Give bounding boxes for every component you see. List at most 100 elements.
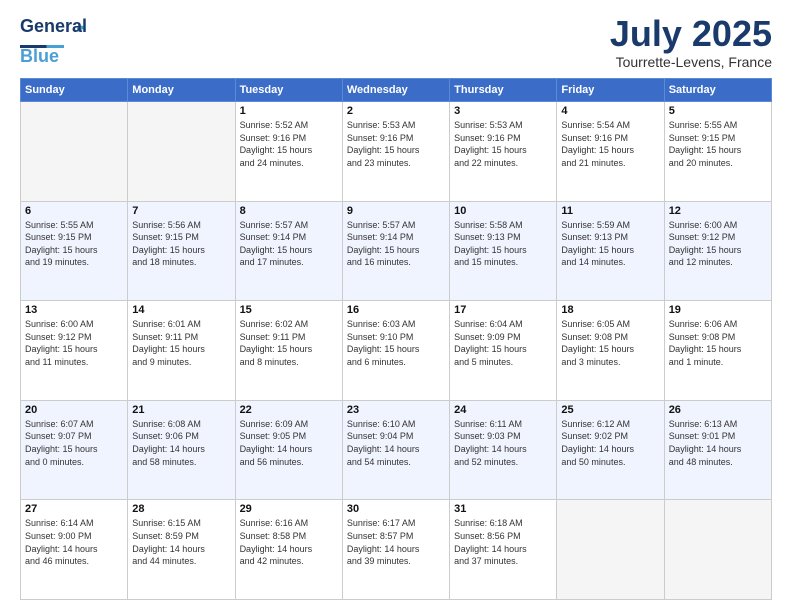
title-block: July 2025 Tourrette-Levens, France [610,16,772,70]
calendar-cell: 18Sunrise: 6:05 AM Sunset: 9:08 PM Dayli… [557,301,664,401]
calendar-cell: 14 Sunrise: 6:01 AM Sunset: 9:11 PM Dayli… [128,301,235,401]
day-number: 29 [240,503,338,515]
day-info: Sunrise: 5:53 AM Sunset: 9:16 PM Dayligh… [454,119,552,169]
day-info: Sunrise: 6:18 AM Sunset: 8:56 PM Dayligh… [454,517,552,567]
calendar-cell: 10Sunrise: 5:58 AM Sunset: 9:13 PM Dayli… [450,201,557,301]
logo-general: General [20,16,87,37]
day-number: 13 [25,304,123,316]
day-number: 20 [25,404,123,416]
day-number: 14 [132,304,230,316]
calendar-cell: 25 Sunrise: 6:12 AM Sunset: 9:02 PM Dayli… [557,400,664,500]
day-info: Sunrise: 5:57 AM Sunset: 9:14 PM Dayligh… [347,219,445,269]
calendar-table: SundayMondayTuesdayWednesdayThursdayFrid… [20,78,772,600]
day-info: Sunrise: 6:01 AM Sunset: 9:11 PM Dayligh… [132,318,230,368]
calendar-cell: 19Sunrise: 6:06 AM Sunset: 9:08 PM Dayli… [664,301,771,401]
calendar-cell: 24 Sunrise: 6:11 AM Sunset: 9:03 PM Dayli… [450,400,557,500]
day-info: Sunrise: 6:13 AM Sunset: 9:01 PM Dayligh… [669,418,767,468]
day-number: 28 [132,503,230,515]
day-info: Sunrise: 6:07 AM Sunset: 9:07 PM Dayligh… [25,418,123,468]
day-info: Sunrise: 6:12 AM Sunset: 9:02 PM Dayligh… [561,418,659,468]
col-header-tuesday: Tuesday [235,79,342,102]
day-number: 8 [240,205,338,217]
calendar-cell: 22Sunrise: 6:09 AM Sunset: 9:05 PM Dayli… [235,400,342,500]
day-number: 25 [561,404,659,416]
calendar-cell: 15 Sunrise: 6:02 AM Sunset: 9:11 PM Dayli… [235,301,342,401]
day-number: 2 [347,105,445,117]
calendar-cell: 4 Sunrise: 5:54 AM Sunset: 9:16 PM Daylig… [557,102,664,202]
calendar-cell: 1 Sunrise: 5:52 AM Sunset: 9:16 PM Daylig… [235,102,342,202]
day-info: Sunrise: 6:00 AM Sunset: 9:12 PM Dayligh… [669,219,767,269]
calendar-cell: 8 Sunrise: 5:57 AM Sunset: 9:14 PM Daylig… [235,201,342,301]
day-number: 4 [561,105,659,117]
day-info: Sunrise: 6:16 AM Sunset: 8:58 PM Dayligh… [240,517,338,567]
day-number: 5 [669,105,767,117]
day-number: 12 [669,205,767,217]
calendar-cell: 17 Sunrise: 6:04 AM Sunset: 9:09 PM Dayli… [450,301,557,401]
day-info: Sunrise: 6:02 AM Sunset: 9:11 PM Dayligh… [240,318,338,368]
day-number: 24 [454,404,552,416]
calendar-cell: 28Sunrise: 6:15 AM Sunset: 8:59 PM Dayli… [128,500,235,600]
day-number: 16 [347,304,445,316]
calendar-cell [664,500,771,600]
day-number: 11 [561,205,659,217]
col-header-wednesday: Wednesday [342,79,449,102]
calendar-cell: 21 Sunrise: 6:08 AM Sunset: 9:06 PM Dayli… [128,400,235,500]
calendar-cell: 27Sunrise: 6:14 AM Sunset: 9:00 PM Dayli… [21,500,128,600]
calendar-cell: 30 Sunrise: 6:17 AM Sunset: 8:57 PM Dayli… [342,500,449,600]
day-number: 3 [454,105,552,117]
day-info: Sunrise: 6:04 AM Sunset: 9:09 PM Dayligh… [454,318,552,368]
col-header-sunday: Sunday [21,79,128,102]
calendar-cell: 11 Sunrise: 5:59 AM Sunset: 9:13 PM Dayli… [557,201,664,301]
day-number: 17 [454,304,552,316]
header: General Blue July 2025 Tourrette-Levens,… [20,16,772,70]
col-header-saturday: Saturday [664,79,771,102]
day-info: Sunrise: 5:58 AM Sunset: 9:13 PM Dayligh… [454,219,552,269]
day-number: 15 [240,304,338,316]
location: Tourrette-Levens, France [610,54,772,70]
day-info: Sunrise: 5:57 AM Sunset: 9:14 PM Dayligh… [240,219,338,269]
day-info: Sunrise: 6:00 AM Sunset: 9:12 PM Dayligh… [25,318,123,368]
col-header-thursday: Thursday [450,79,557,102]
month-title: July 2025 [610,16,772,52]
day-number: 19 [669,304,767,316]
day-info: Sunrise: 5:53 AM Sunset: 9:16 PM Dayligh… [347,119,445,169]
calendar-cell: 16 Sunrise: 6:03 AM Sunset: 9:10 PM Dayli… [342,301,449,401]
day-info: Sunrise: 6:17 AM Sunset: 8:57 PM Dayligh… [347,517,445,567]
day-info: Sunrise: 6:03 AM Sunset: 9:10 PM Dayligh… [347,318,445,368]
calendar-cell: 6 Sunrise: 5:55 AM Sunset: 9:15 PM Daylig… [21,201,128,301]
logo: General Blue [20,16,88,67]
day-number: 26 [669,404,767,416]
calendar-cell: 13 Sunrise: 6:00 AM Sunset: 9:12 PM Dayli… [21,301,128,401]
day-info: Sunrise: 6:10 AM Sunset: 9:04 PM Dayligh… [347,418,445,468]
calendar-cell [557,500,664,600]
calendar-cell: 5Sunrise: 5:55 AM Sunset: 9:15 PM Daylig… [664,102,771,202]
day-number: 18 [561,304,659,316]
page: General Blue July 2025 Tourrette-Levens,… [0,0,792,612]
day-info: Sunrise: 5:59 AM Sunset: 9:13 PM Dayligh… [561,219,659,269]
day-number: 1 [240,105,338,117]
day-number: 21 [132,404,230,416]
day-number: 7 [132,205,230,217]
calendar-cell [21,102,128,202]
calendar-cell: 7Sunrise: 5:56 AM Sunset: 9:15 PM Daylig… [128,201,235,301]
calendar-cell: 29 Sunrise: 6:16 AM Sunset: 8:58 PM Dayli… [235,500,342,600]
day-info: Sunrise: 6:14 AM Sunset: 9:00 PM Dayligh… [25,517,123,567]
day-info: Sunrise: 5:55 AM Sunset: 9:15 PM Dayligh… [25,219,123,269]
day-info: Sunrise: 5:52 AM Sunset: 9:16 PM Dayligh… [240,119,338,169]
col-header-friday: Friday [557,79,664,102]
calendar-cell: 26 Sunrise: 6:13 AM Sunset: 9:01 PM Dayli… [664,400,771,500]
day-info: Sunrise: 6:08 AM Sunset: 9:06 PM Dayligh… [132,418,230,468]
calendar-cell: 31 Sunrise: 6:18 AM Sunset: 8:56 PM Dayli… [450,500,557,600]
calendar-cell: 2 Sunrise: 5:53 AM Sunset: 9:16 PM Daylig… [342,102,449,202]
day-info: Sunrise: 6:09 AM Sunset: 9:05 PM Dayligh… [240,418,338,468]
day-info: Sunrise: 5:54 AM Sunset: 9:16 PM Dayligh… [561,119,659,169]
calendar-cell: 9Sunrise: 5:57 AM Sunset: 9:14 PM Daylig… [342,201,449,301]
calendar-cell: 20 Sunrise: 6:07 AM Sunset: 9:07 PM Dayli… [21,400,128,500]
day-number: 30 [347,503,445,515]
day-number: 6 [25,205,123,217]
calendar-cell [128,102,235,202]
day-number: 31 [454,503,552,515]
day-info: Sunrise: 6:11 AM Sunset: 9:03 PM Dayligh… [454,418,552,468]
calendar-cell: 23Sunrise: 6:10 AM Sunset: 9:04 PM Dayli… [342,400,449,500]
calendar-cell: 12 Sunrise: 6:00 AM Sunset: 9:12 PM Dayli… [664,201,771,301]
